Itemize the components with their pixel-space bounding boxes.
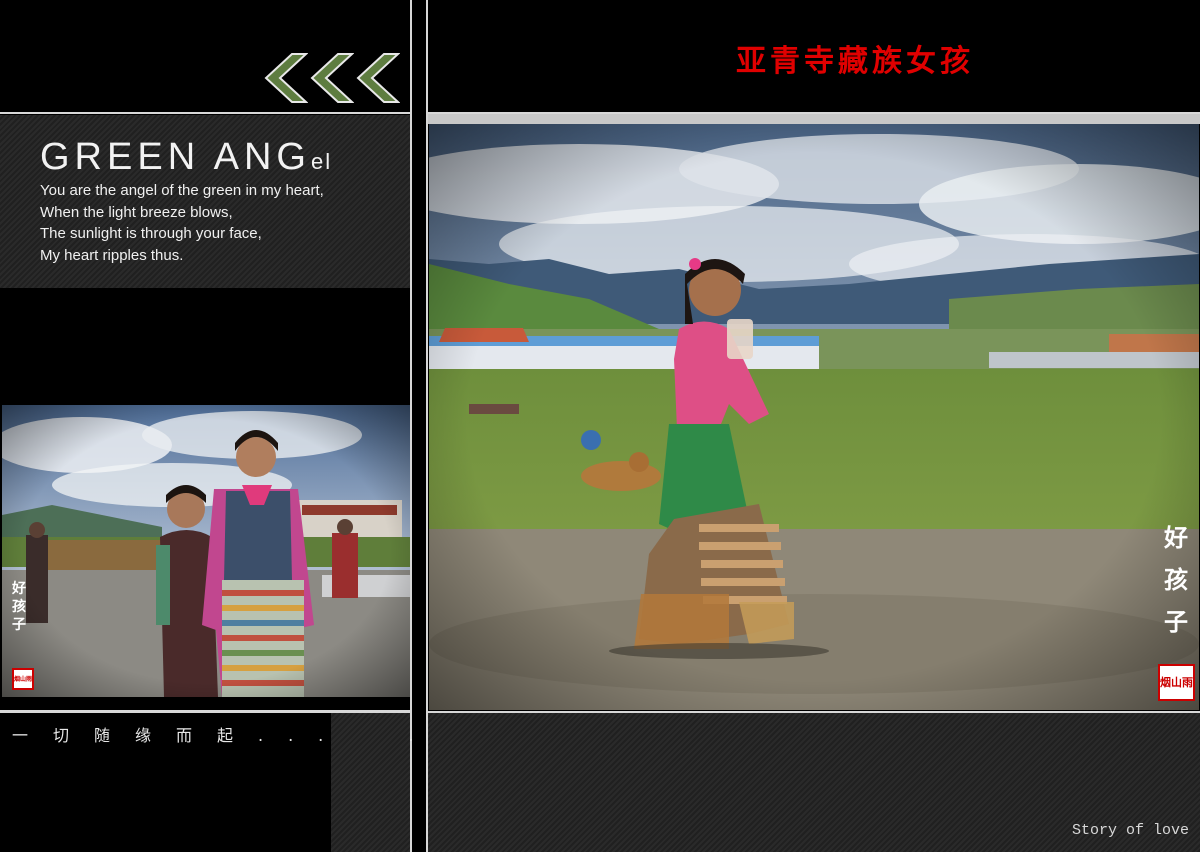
chevron-left-icon bbox=[264, 53, 308, 103]
page-title-tail: el bbox=[310, 149, 333, 174]
poem-line: The sunlight is through your face, bbox=[40, 225, 262, 242]
seal-stamp-small: 烟山雨 bbox=[12, 668, 34, 690]
story-caption: Story of love bbox=[1072, 822, 1190, 839]
divider-left-top bbox=[0, 112, 410, 114]
photo-big-vertical-label: 好 孩 子 bbox=[1158, 517, 1194, 643]
photo-frame-top bbox=[428, 114, 1200, 124]
poem-line: My heart ripples thus. bbox=[40, 246, 184, 264]
label-char: 好 bbox=[12, 581, 26, 597]
page-title-main: GREEN ANG bbox=[40, 136, 311, 178]
photo-girl-walking bbox=[429, 124, 1199, 710]
photo-two-girls bbox=[2, 405, 410, 697]
poem-line: When the light breeze blows, bbox=[40, 203, 233, 221]
photo-small-vertical-label: 好 孩 子 bbox=[8, 580, 30, 634]
label-char: 子 bbox=[12, 617, 26, 633]
poem-line: You are the angel of the green in my hea… bbox=[40, 182, 324, 199]
label-char: 好 bbox=[1164, 523, 1188, 552]
poem: You are the angel of the green in my hea… bbox=[40, 180, 324, 266]
label-char: 孩 bbox=[12, 599, 26, 615]
header-title: 亚青寺藏族女孩 bbox=[736, 44, 974, 79]
bottom-left-stripes bbox=[331, 713, 410, 852]
page-title: GREEN ANGel bbox=[40, 138, 332, 176]
chevron-left-icon bbox=[356, 53, 400, 103]
label-char: 子 bbox=[1164, 607, 1188, 636]
seal-stamp-big: 烟山雨 bbox=[1158, 664, 1195, 701]
label-char: 孩 bbox=[1164, 565, 1188, 594]
chevron-left-icon bbox=[310, 53, 354, 103]
